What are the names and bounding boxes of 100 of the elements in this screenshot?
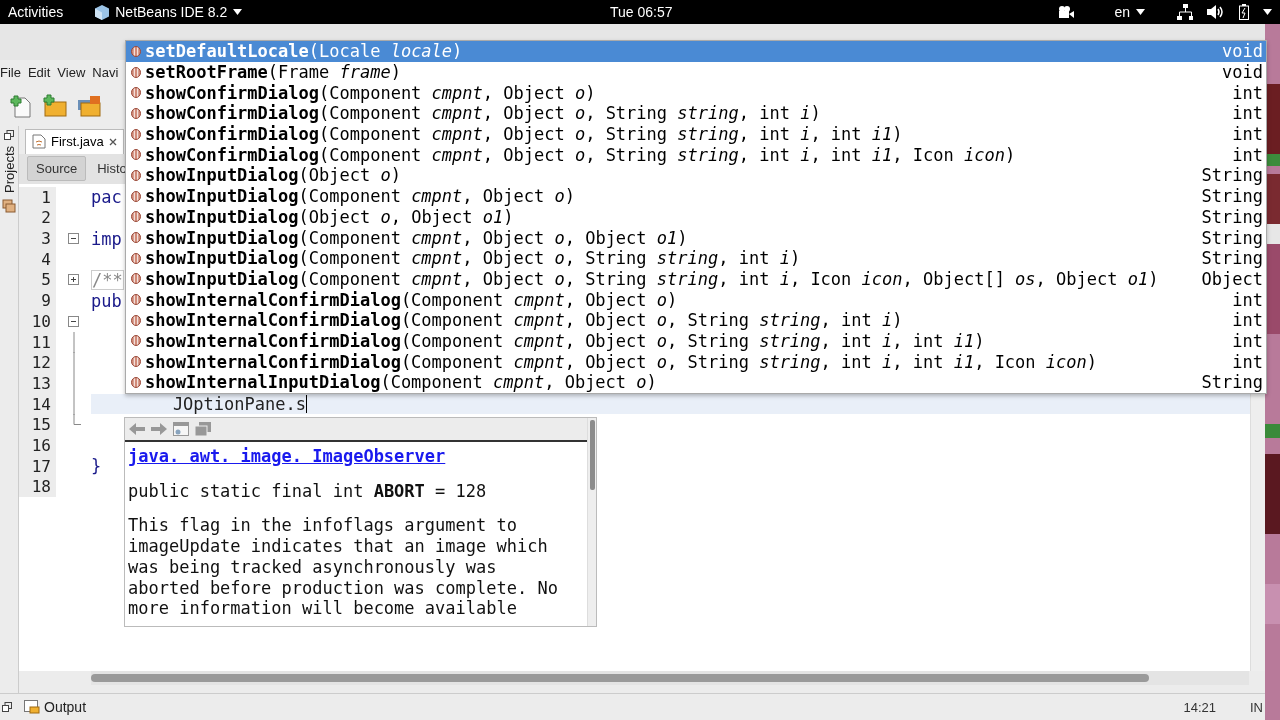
completion-item[interactable]: showInputDialog(Component cmpnt, Object o) String xyxy=(126,185,1266,207)
method-icon xyxy=(131,169,141,181)
fold-expand-icon[interactable] xyxy=(68,274,79,286)
new-file-icon[interactable] xyxy=(10,93,34,118)
code-text: /** xyxy=(91,269,124,290)
return-type: int xyxy=(1232,144,1263,165)
method-signature: setRootFrame(Frame frame) xyxy=(145,62,401,83)
method-icon xyxy=(131,273,141,285)
line-number: 9 xyxy=(41,291,51,311)
line-number: 18 xyxy=(31,477,51,497)
completion-item[interactable]: showInternalInputDialog(Component cmpnt, Object o) String xyxy=(126,372,1266,393)
method-signature: showInputDialog(Component cmpnt, Object o, String string, int i) xyxy=(145,248,801,269)
method-icon xyxy=(131,66,141,78)
code-text: pub xyxy=(91,290,122,311)
network-icon[interactable] xyxy=(1177,4,1193,20)
horizontal-scrollbar[interactable] xyxy=(91,671,1249,686)
return-type: int xyxy=(1232,124,1263,145)
method-icon xyxy=(131,314,141,326)
return-type: int xyxy=(1232,289,1263,310)
method-signature: showInternalConfirmDialog(Component cmpnt, Object o, String string, int i) xyxy=(145,310,903,331)
completion-item[interactable]: showConfirmDialog(Component cmpnt, Object o, String string, int i, int i1) int xyxy=(126,123,1266,145)
menu-item[interactable]: View xyxy=(57,65,90,81)
projects-icon[interactable] xyxy=(2,198,16,213)
completion-item[interactable]: showInputDialog(Component cmpnt, Object o, String string, int i, Icon icon, Object[] os, Object o1) Object xyxy=(126,268,1266,290)
caret-icon xyxy=(233,9,243,15)
return-type: String xyxy=(1201,186,1263,207)
battery-icon[interactable] xyxy=(1239,4,1249,20)
completion-item[interactable]: showInputDialog(Component cmpnt, Object o, String string, int i) String xyxy=(126,247,1266,269)
method-signature: showInternalConfirmDialog(Component cmpnt, Object o, String string, int i, int i1, Icon icon) xyxy=(145,351,1097,372)
view-tab[interactable]: Source xyxy=(27,156,87,182)
new-project-icon[interactable] xyxy=(42,93,68,118)
line-number: 11 xyxy=(31,332,51,352)
return-type: int xyxy=(1232,330,1263,351)
method-icon xyxy=(131,294,141,306)
completion-item[interactable]: setRootFrame(Frame frame) void xyxy=(126,61,1266,83)
field-description: This flag in the infoflags argument to imageUpdate indicates that an image which was being tracked asynchronously was aborted before production was complete. No more information will become available xyxy=(128,515,559,619)
system-menu-caret-icon xyxy=(1263,9,1272,15)
caret-icon xyxy=(1136,9,1145,15)
activities-button[interactable]: Activities xyxy=(8,4,64,20)
line-number: 15 xyxy=(31,415,51,435)
line-number: 12 xyxy=(31,353,51,373)
doc-scrollbar[interactable] xyxy=(587,418,596,626)
video-camera-icon[interactable] xyxy=(1058,6,1075,18)
folder-icon[interactable] xyxy=(76,93,102,118)
projects-tab[interactable]: Projects xyxy=(1,145,17,193)
completion-item[interactable]: showConfirmDialog(Component cmpnt, Object o) int xyxy=(126,82,1266,104)
app-menu[interactable]: NetBeans IDE 8.2 xyxy=(115,4,228,20)
method-icon xyxy=(131,376,141,388)
method-signature: showInternalInputDialog(Component cmpnt, Object o) xyxy=(145,372,657,393)
browser-icon[interactable] xyxy=(173,422,189,436)
completion-item[interactable]: showInternalConfirmDialog(Component cmpnt, Object o, String string, int i) int xyxy=(126,309,1266,331)
method-icon xyxy=(131,356,141,368)
output-tab[interactable]: Output xyxy=(18,698,93,717)
completion-item[interactable]: showInputDialog(Object o, Object o1) String xyxy=(126,206,1266,228)
line-number: 10 xyxy=(31,311,51,331)
line-number: 16 xyxy=(31,435,51,455)
line-number: 13 xyxy=(31,373,51,393)
clock[interactable]: Tue 06:57 xyxy=(610,4,673,20)
method-icon xyxy=(131,128,141,140)
editor-tab[interactable]: First.java xyxy=(25,128,124,154)
fold-collapse-icon[interactable] xyxy=(68,315,79,327)
completion-item[interactable]: showConfirmDialog(Component cmpnt, Object o, String string, int i) int xyxy=(126,103,1266,124)
method-icon xyxy=(131,107,141,119)
code-text: } xyxy=(91,456,102,477)
restore-icon[interactable] xyxy=(2,702,12,713)
caret-position: 14:21 xyxy=(1183,699,1216,715)
field-declaration: public static final int ABORT = 128 xyxy=(128,480,488,502)
output-icon xyxy=(24,700,40,715)
method-signature: showInternalConfirmDialog(Component cmpnt, Object o, String string, int i, int i1) xyxy=(145,330,985,351)
method-signature: showInternalConfirmDialog(Component cmpnt, Object o) xyxy=(145,289,678,310)
completion-item[interactable]: showInternalConfirmDialog(Component cmpnt, Object o) int xyxy=(126,289,1266,310)
method-signature: showInputDialog(Component cmpnt, Object o, String string, int i, Icon icon, Object[] os, Object o1) xyxy=(145,268,1159,289)
completion-item[interactable]: showInternalConfirmDialog(Component cmpnt, Object o, String string, int i, int i1, Icon icon) int xyxy=(126,351,1266,372)
fold-collapse-icon[interactable] xyxy=(68,233,79,245)
language-indicator[interactable]: en xyxy=(1114,4,1130,20)
line-number: 4 xyxy=(41,249,51,269)
tab-label: First.java xyxy=(51,134,104,150)
method-signature: showInputDialog(Component cmpnt, Object o, Object o1) xyxy=(145,227,688,248)
method-signature: showInputDialog(Object o, Object o1) xyxy=(145,206,514,227)
insert-mode: IN xyxy=(1250,699,1264,715)
class-link[interactable]: java. awt. image. ImageObserver xyxy=(128,446,446,466)
volume-icon[interactable] xyxy=(1207,5,1225,19)
completion-item[interactable]: setDefaultLocale(Locale locale) void xyxy=(126,41,1266,62)
method-icon xyxy=(131,87,141,99)
return-type: String xyxy=(1201,227,1263,248)
close-icon[interactable] xyxy=(108,137,117,146)
menu-item[interactable]: Edit xyxy=(27,65,55,81)
method-icon xyxy=(131,190,141,202)
method-icon xyxy=(131,149,141,161)
completion-item[interactable]: showInternalConfirmDialog(Component cmpnt, Object o, String string, int i, int i1) int xyxy=(126,330,1266,352)
method-signature: showConfirmDialog(Component cmpnt, Object o, String string, int i, int i1) xyxy=(145,124,903,145)
restore-icon[interactable] xyxy=(4,129,14,140)
completion-item[interactable]: showInputDialog(Component cmpnt, Object o, Object o1) String xyxy=(126,227,1266,248)
line-number: 17 xyxy=(31,456,51,476)
menu-item[interactable]: Navi xyxy=(92,65,123,81)
method-icon xyxy=(131,45,141,57)
menu-item[interactable]: File xyxy=(0,65,25,81)
line-number: 14 xyxy=(31,394,51,414)
method-signature: showConfirmDialog(Component cmpnt, Object o, String string, int i, int i1, Icon icon) xyxy=(145,144,1016,165)
return-type: String xyxy=(1201,165,1263,186)
